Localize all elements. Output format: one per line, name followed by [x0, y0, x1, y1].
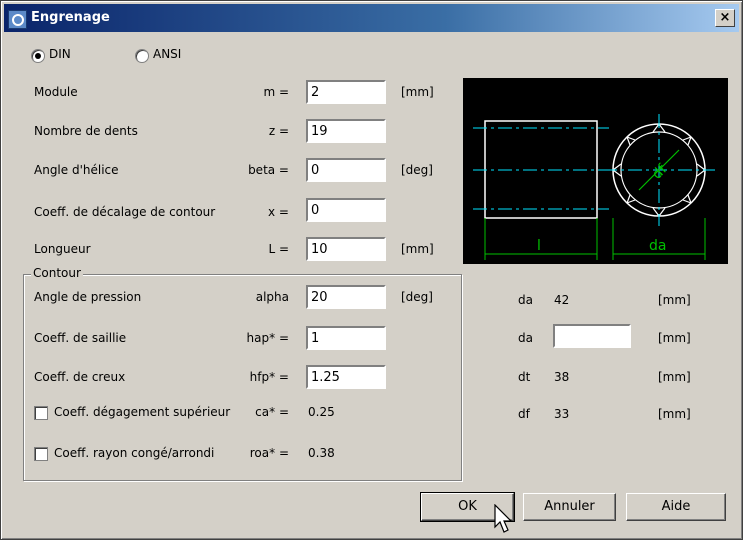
result-da-value: 42 [554, 293, 570, 307]
result-da-unit: [mm] [658, 293, 691, 307]
module-symbol: m = [263, 85, 289, 99]
addendum-symbol: hap* = [246, 331, 289, 345]
helix-input[interactable] [306, 158, 386, 182]
da-dim-text: da [649, 238, 666, 254]
teeth-label: Nombre de dents [34, 124, 138, 138]
clearance-symbol: ca* = [255, 405, 289, 419]
module-label: Module [34, 85, 78, 99]
help-button[interactable]: Aide [626, 493, 726, 521]
dedendum-input[interactable] [306, 365, 386, 389]
pressure-unit: [deg] [401, 290, 433, 304]
fillet-checkbox[interactable] [34, 447, 48, 461]
df-dimension-text: df [649, 161, 671, 183]
module-unit: [mm] [401, 85, 434, 99]
length-unit: [mm] [401, 242, 434, 256]
dialog-window: Engrenage × DIN ANSI Module m = [mm] Nom… [0, 0, 743, 540]
shift-label: Coeff. de décalage de contour [34, 205, 216, 219]
radio-ansi-label: ANSI [153, 47, 182, 61]
pressure-symbol: alpha [255, 290, 289, 304]
fillet-symbol: roa* = [249, 446, 289, 460]
close-button[interactable]: × [715, 9, 735, 27]
result-da2-input[interactable] [553, 324, 631, 348]
shift-symbol: x = [268, 205, 289, 219]
length-label: Longueur [34, 242, 91, 256]
pressure-input[interactable] [306, 285, 386, 309]
shift-input[interactable] [306, 198, 386, 222]
helix-unit: [deg] [401, 163, 433, 177]
l-dim-text: l [537, 238, 541, 254]
helix-symbol: beta = [248, 163, 289, 177]
gear-diagram-svg: df l da [473, 114, 715, 260]
length-symbol: L = [268, 242, 289, 256]
gear-diagram: df l da [463, 78, 728, 264]
window-title: Engrenage [31, 10, 110, 25]
dedendum-label: Coeff. de creux [34, 370, 126, 384]
length-input[interactable] [306, 237, 386, 261]
radio-din[interactable] [31, 49, 45, 63]
dedendum-symbol: hfp* = [249, 370, 289, 384]
teeth-input[interactable] [306, 119, 386, 143]
result-da2-name: da [518, 331, 533, 345]
radio-ansi[interactable] [135, 49, 149, 63]
result-dt-name: dt [518, 370, 531, 384]
module-input[interactable] [306, 80, 386, 104]
result-dt-unit: [mm] [658, 370, 691, 384]
fillet-value: 0.38 [308, 446, 335, 460]
result-da2-unit: [mm] [658, 331, 691, 345]
clearance-checkbox[interactable] [34, 406, 48, 420]
addendum-input[interactable] [306, 326, 386, 350]
addendum-label: Coeff. de saillie [34, 331, 127, 345]
pressure-label: Angle de pression [34, 290, 142, 304]
radio-din-label: DIN [49, 47, 71, 61]
teeth-symbol: z = [268, 124, 289, 138]
mouse-cursor-icon [494, 504, 513, 533]
result-dt-value: 38 [554, 370, 570, 384]
result-da-name: da [518, 293, 533, 307]
contour-group-title: Contour [31, 266, 83, 280]
cancel-button[interactable]: Annuler [523, 493, 616, 521]
fillet-label: Coeff. rayon congé/arrondi [54, 446, 215, 460]
result-df-value: 33 [554, 407, 570, 421]
clearance-value: 0.25 [308, 405, 335, 419]
title-bar[interactable]: Engrenage × [4, 4, 739, 32]
helix-label: Angle d'hélice [34, 163, 119, 177]
clearance-label: Coeff. dégagement supérieur [54, 405, 231, 419]
result-df-unit: [mm] [658, 407, 691, 421]
gear-app-icon [8, 10, 27, 29]
result-df-name: df [518, 407, 530, 421]
